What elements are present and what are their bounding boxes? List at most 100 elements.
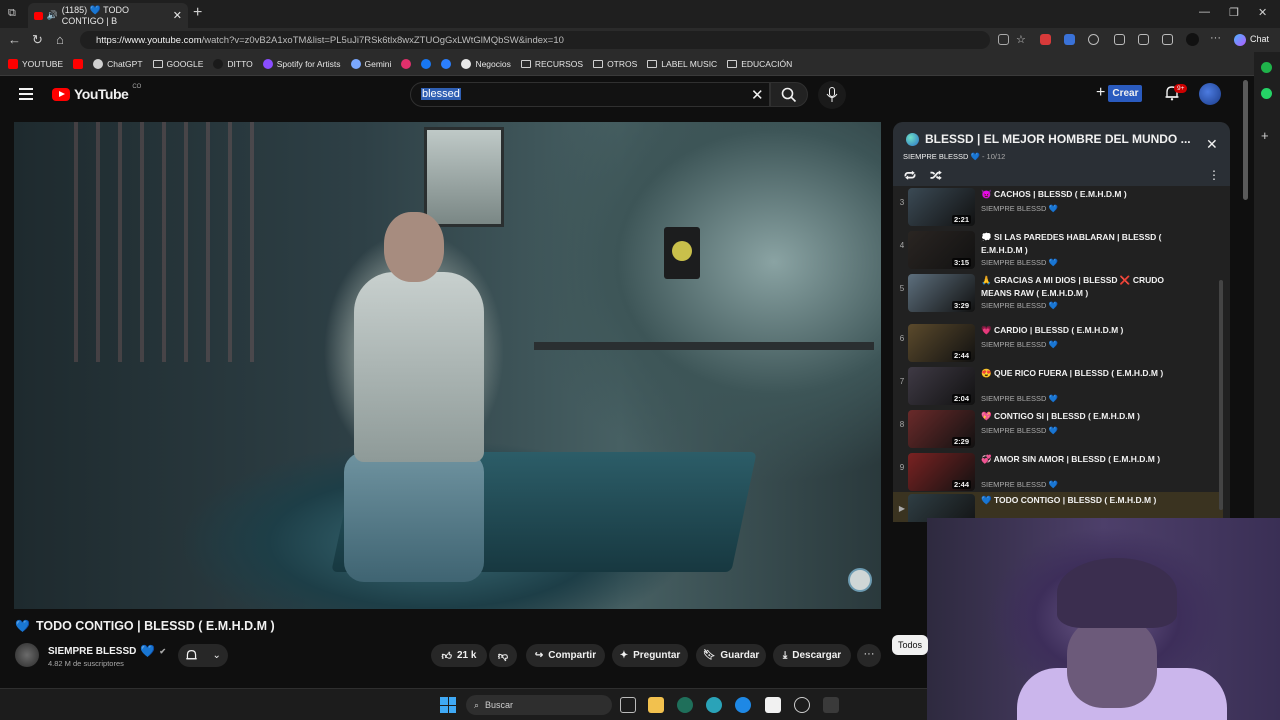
bookmark-item[interactable]: YOUTUBE — [8, 58, 63, 69]
more-options-icon[interactable]: ··· — [1210, 32, 1221, 44]
app-icon[interactable] — [794, 697, 810, 713]
playlist-item-channel[interactable]: SIEMPRE BLESSD 💙 — [981, 258, 1058, 267]
youtube-logo[interactable]: YouTube CO — [52, 84, 141, 102]
search-button[interactable] — [770, 82, 808, 107]
maximize-icon[interactable]: ❐ — [1229, 6, 1239, 19]
playlist-scrollbar[interactable] — [1219, 280, 1223, 510]
shuffle-icon[interactable]: 🔀︎ — [930, 168, 942, 185]
bookmark-item[interactable] — [421, 58, 432, 69]
playlist-item[interactable]: 8 2:29 💖 CONTIGO SI | BLESSD ( E.M.H.D.M )… — [893, 408, 1223, 451]
spotify-sidebar-icon[interactable] — [1261, 62, 1272, 73]
loop-icon[interactable]: 🔁︎ — [904, 168, 916, 185]
url-field[interactable]: https://www.youtube.com/watch?v=z0vB2A1x… — [80, 31, 990, 49]
playlist-item-title[interactable]: 💙 TODO CONTIGO | BLESSD ( E.M.H.D.M ) — [981, 494, 1181, 507]
copilot-icon[interactable] — [1234, 34, 1246, 46]
capcut-icon[interactable] — [735, 697, 751, 713]
channel-avatar[interactable] — [15, 643, 39, 667]
bookmark-item[interactable]: Spotify for Artists — [262, 58, 341, 69]
playlist-item-channel[interactable]: SIEMPRE BLESSD 💙 — [981, 204, 1058, 213]
playlist-item[interactable]: 3 2:21 👿 CACHOS | BLESSD ( E.M.H.D.M ) SIEM… — [893, 186, 1223, 229]
bookmark-item[interactable]: DITTO — [213, 58, 253, 69]
save-button[interactable]: 🔖︎ Guardar — [696, 644, 766, 667]
playlist-item-title[interactable]: 😍 QUE RICO FUERA | BLESSD ( E.M.H.D.M ) — [981, 367, 1181, 380]
speaker-icon[interactable]: 🔊 — [47, 10, 58, 21]
file-explorer-icon[interactable] — [648, 697, 664, 713]
playlist-item-thumbnail[interactable]: 2:44 — [908, 453, 975, 491]
extension-icon[interactable] — [1064, 34, 1075, 45]
ask-button[interactable]: ✦ Preguntar — [612, 644, 688, 667]
favorite-star-icon[interactable]: ☆ — [1016, 33, 1026, 46]
playlist-item-title[interactable]: 💞 AMOR SIN AMOR | BLESSD ( E.M.H.D.M ) — [981, 453, 1181, 466]
favorites-icon[interactable] — [1162, 34, 1173, 45]
create-button[interactable]: + Crear — [1096, 84, 1143, 102]
playlist-item[interactable]: 9 2:44 💞 AMOR SIN AMOR | BLESSD ( E.M.H.D.… — [893, 451, 1223, 494]
playlist-item-thumbnail[interactable]: 2:21 — [908, 188, 975, 226]
more-actions-button[interactable]: ··· — [857, 644, 881, 667]
back-icon[interactable]: ← — [8, 32, 21, 47]
playlist-item-channel[interactable]: SIEMPRE BLESSD 💙 — [981, 480, 1058, 489]
split-screen-icon[interactable] — [1138, 34, 1149, 45]
playlist-item-thumbnail[interactable]: 3:15 — [908, 231, 975, 269]
clear-search-icon[interactable]: ✕ — [751, 86, 764, 104]
channel-name[interactable]: SIEMPRE BLESSD 💙 ✔ — [48, 644, 166, 658]
playlist-item-thumbnail[interactable]: 2:04 — [908, 367, 975, 405]
playlist-item-title[interactable]: 👿 CACHOS | BLESSD ( E.M.H.D.M ) — [981, 188, 1181, 201]
playlist-title[interactable]: BLESSD | EL MEJOR HOMBRE DEL MUNDO ... — [925, 132, 1195, 146]
playlist-item-title[interactable]: 💗 CARDIO | BLESSD ( E.M.H.D.M ) — [981, 324, 1181, 337]
playlist-item[interactable]: 4 3:15 💭 SI LAS PAREDES HABLARAN | BLESSD … — [893, 229, 1223, 272]
playlist-item-channel[interactable]: SIEMPRE BLESSD 💙 — [981, 301, 1058, 310]
bookmark-item[interactable]: ChatGPT — [93, 58, 143, 69]
playlist-item-title[interactable]: 💭 SI LAS PAREDES HABLARAN | BLESSD ( E.M… — [981, 231, 1181, 256]
like-button[interactable]: 👍︎ 21 k — [431, 644, 487, 667]
browser-tab[interactable]: 🔊 (1185) 💙 TODO CONTIGO | B ✕ — [28, 3, 188, 28]
close-playlist-icon[interactable]: ✕ — [1206, 136, 1218, 153]
playlist-item-channel[interactable]: SIEMPRE BLESSD 💙 — [981, 394, 1058, 403]
adblock-icon[interactable] — [1040, 34, 1051, 45]
home-icon[interactable]: ⌂ — [56, 32, 64, 47]
menu-icon[interactable] — [19, 88, 33, 100]
playlist-item[interactable]: 5 3:29 🙏 GRACIAS A MI DIOS | BLESSD ❌ CRUD… — [893, 272, 1223, 315]
epic-games-icon[interactable] — [765, 697, 781, 713]
bookmark-item[interactable] — [73, 58, 84, 69]
bookmark-item[interactable]: GOOGLE — [152, 59, 203, 69]
new-tab-icon[interactable]: + — [193, 4, 202, 22]
account-avatar[interactable] — [1199, 83, 1221, 105]
dislike-button[interactable]: 👎︎ — [489, 644, 517, 667]
download-button[interactable]: ⤓ Descargar — [773, 644, 851, 667]
page-scrollbar[interactable] — [1243, 80, 1248, 200]
active-window-icon[interactable] — [823, 697, 839, 713]
reload-icon[interactable]: ↻ — [32, 32, 43, 48]
chrome-app-icon[interactable] — [677, 697, 693, 713]
edge-icon[interactable] — [706, 697, 722, 713]
playlist-item-thumbnail[interactable]: 2:44 — [908, 324, 975, 362]
voice-search-button[interactable] — [818, 81, 846, 109]
workspaces-icon[interactable]: ⧉ — [8, 7, 16, 20]
bookmark-item[interactable]: Gemini — [350, 58, 391, 69]
refresh-ext-icon[interactable] — [1088, 34, 1099, 45]
bookmark-item[interactable]: LABEL MUSIC — [647, 59, 717, 69]
playlist-item-thumbnail[interactable]: 2:29 — [908, 410, 975, 448]
playlist-channel-name[interactable]: SIEMPRE BLESSD 💙 — [903, 152, 980, 161]
add-sidebar-icon[interactable]: + — [1261, 128, 1269, 143]
windows-start-icon[interactable] — [440, 697, 456, 713]
chip-all[interactable]: Todos — [892, 635, 928, 655]
taskbar-search[interactable]: ⌕ Buscar — [466, 695, 612, 715]
share-button[interactable]: ↪ Compartir — [526, 644, 605, 667]
task-view-icon[interactable] — [620, 697, 636, 713]
playlist-item-channel[interactable]: SIEMPRE BLESSD 💙 — [981, 426, 1058, 435]
bookmark-item[interactable]: Negocios — [461, 58, 511, 69]
minimize-icon[interactable]: — — [1199, 6, 1210, 18]
close-window-icon[interactable]: ✕ — [1258, 6, 1267, 19]
playlist-item-title[interactable]: 🙏 GRACIAS A MI DIOS | BLESSD ❌ CRUDO MEA… — [981, 274, 1181, 299]
playlist-item[interactable]: 6 2:44 💗 CARDIO | BLESSD ( E.M.H.D.M ) SIEM… — [893, 322, 1223, 365]
playlist-item-channel[interactable]: SIEMPRE BLESSD 💙 — [981, 340, 1058, 349]
search-input[interactable]: blessed ✕ — [410, 82, 770, 107]
profile-icon[interactable] — [1186, 33, 1199, 46]
chat-label[interactable]: Chat — [1250, 34, 1269, 44]
subscription-bell-button[interactable]: ⌄ — [178, 644, 228, 667]
playlist-item-thumbnail[interactable]: 3:29 — [908, 274, 975, 312]
video-player[interactable] — [14, 122, 881, 609]
playlist-item-title[interactable]: 💖 CONTIGO SI | BLESSD ( E.M.H.D.M ) — [981, 410, 1181, 423]
bookmark-item[interactable] — [401, 58, 412, 69]
bookmark-item[interactable]: OTROS — [593, 59, 637, 69]
